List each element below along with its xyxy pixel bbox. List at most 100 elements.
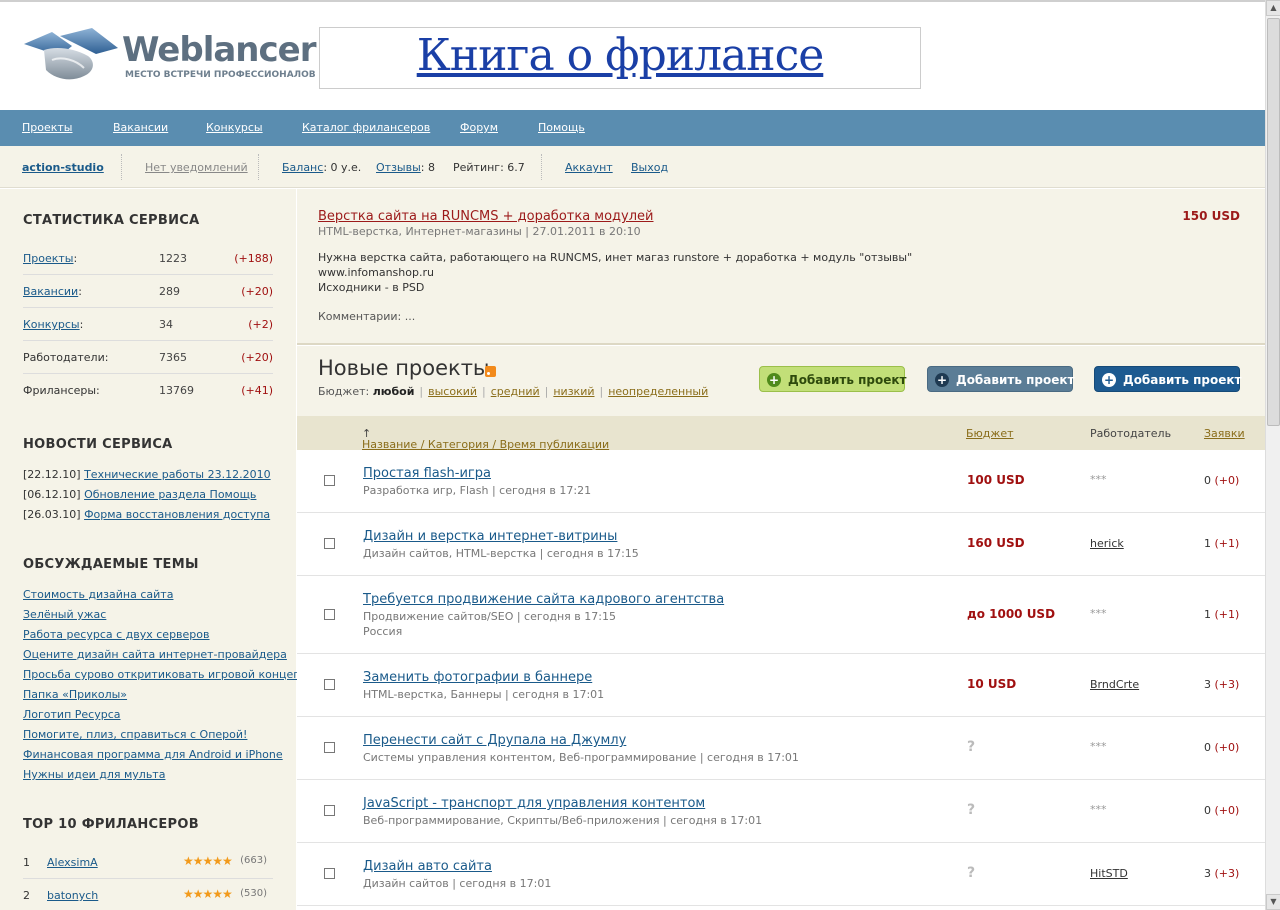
bids-count: 1 <box>1204 608 1211 621</box>
rss-icon[interactable] <box>485 366 496 377</box>
stat-delta: (+20) <box>241 285 273 298</box>
topic-link[interactable]: Зелёный ужас <box>23 608 106 621</box>
top-freelancer-row: 1 AlexsimA ★★★★★ (663) <box>23 846 273 879</box>
select-checkbox[interactable] <box>324 475 335 486</box>
reviews-link[interactable]: Отзывы <box>376 161 421 174</box>
project-title-link[interactable]: Простая flash-игра <box>363 466 491 481</box>
news-item: [06.12.10] Обновление раздела Помощь <box>23 488 256 501</box>
balance: Баланс: 0 у.е. <box>282 161 361 174</box>
topic-link[interactable]: Просьба сурово откритиковать игровой кон… <box>23 668 307 681</box>
reviews-count: (663) <box>240 855 267 866</box>
stat-link-contests[interactable]: Конкурсы <box>23 318 80 331</box>
stat-label: Конкурсы: <box>23 318 83 331</box>
balance-link[interactable]: Баланс <box>282 161 323 174</box>
freelancer-link[interactable]: batonych <box>47 889 98 902</box>
select-checkbox[interactable] <box>324 609 335 620</box>
balance-value: : 0 у.е. <box>323 161 362 174</box>
budget-option-low[interactable]: низкий <box>553 385 594 398</box>
topic-link[interactable]: Финансовая программа для Android и iPhon… <box>23 748 283 761</box>
budget-option-any[interactable]: любой <box>373 385 415 398</box>
project-row: Перенести сайт с Друпала на Джумлу Систе… <box>297 717 1265 780</box>
project-title-link[interactable]: Заменить фотографии в баннере <box>363 670 592 685</box>
reviews-value: : 8 <box>420 161 435 174</box>
topic-link[interactable]: Оцените дизайн сайта интернет-провайдера <box>23 648 287 661</box>
sort-by-budget[interactable]: Бюджет <box>966 427 1014 440</box>
scroll-up-arrow-icon[interactable]: ▲ <box>1266 0 1280 16</box>
project-title-link[interactable]: Дизайн и верстка интернет-витрины <box>363 529 617 544</box>
add-project-button-gray[interactable]: + Добавить проект <box>927 366 1075 392</box>
select-checkbox[interactable] <box>324 868 335 879</box>
column-name: Название / Категория / Время публикации … <box>362 427 609 451</box>
news-link[interactable]: Технические работы 23.12.2010 <box>84 468 271 481</box>
employer-link[interactable]: BrndCrte <box>1090 678 1139 691</box>
stats-heading: СТАТИСТИКА СЕРВИСА <box>23 213 200 228</box>
banner-ad[interactable]: Книга о фрилансе <box>319 27 921 89</box>
budget-option-high[interactable]: высокий <box>428 385 477 398</box>
topic-link[interactable]: Папка «Приколы» <box>23 688 127 701</box>
employer-hidden: *** <box>1090 473 1107 486</box>
notifications-link[interactable]: Нет уведомлений <box>145 161 248 174</box>
button-label: Добавить проект <box>956 373 1075 387</box>
bids-delta: (+0) <box>1214 474 1240 487</box>
nav-help[interactable]: Помощь <box>538 121 585 134</box>
button-label: Добавить проект <box>1123 373 1242 387</box>
stat-value: 34 <box>159 318 173 331</box>
budget-option-medium[interactable]: средний <box>491 385 540 398</box>
employer-hidden: *** <box>1090 740 1107 753</box>
topic-link[interactable]: Помогите, плиз, справиться с Оперой! <box>23 728 247 741</box>
project-row: Дизайн и верстка интернет-витрины Дизайн… <box>297 513 1265 576</box>
scrollbar-thumb[interactable] <box>1267 18 1280 426</box>
project-row: Требуется продвижение сайта кадрового аг… <box>297 576 1265 654</box>
account-link[interactable]: Аккаунт <box>565 161 613 174</box>
handshake-icon <box>24 28 118 80</box>
nav-projects[interactable]: Проекты <box>22 121 73 134</box>
select-checkbox[interactable] <box>324 805 335 816</box>
project-title-link[interactable]: JavaScript - транспорт для управления ко… <box>363 796 705 811</box>
topic-link[interactable]: Логотип Ресурса <box>23 708 121 721</box>
add-project-button-green[interactable]: + Добавить проект <box>759 366 907 392</box>
topic-link[interactable]: Стоимость дизайна сайта <box>23 588 173 601</box>
stat-row-vacancies: Вакансии: 289 (+20) <box>23 275 273 308</box>
employer-link[interactable]: herick <box>1090 537 1124 550</box>
username-link[interactable]: action-studio <box>22 161 104 174</box>
stat-label: Фрилансеры: <box>23 384 100 397</box>
project-bids: 0 (+0) <box>1204 474 1239 487</box>
vertical-scrollbar[interactable]: ▲ ▼ <box>1265 0 1280 910</box>
column-employer: Работодатель <box>1090 427 1172 440</box>
employer-link[interactable]: HitSTD <box>1090 867 1128 880</box>
project-title-link[interactable]: Требуется продвижение сайта кадрового аг… <box>363 592 724 607</box>
separator: | <box>419 385 424 398</box>
news-link[interactable]: Обновление раздела Помощь <box>84 488 256 501</box>
sort-by-bids[interactable]: Заявки <box>1204 427 1245 440</box>
featured-project-title[interactable]: Верстка сайта на RUNCMS + доработка моду… <box>318 209 654 224</box>
project-title-link[interactable]: Дизайн авто сайта <box>363 859 492 874</box>
stat-link-projects[interactable]: Проекты <box>23 252 74 265</box>
news-link[interactable]: Форма восстановления доступа <box>84 508 270 521</box>
project-row: JavaScript - транспорт для управления ко… <box>297 780 1265 843</box>
plus-icon: + <box>767 373 781 387</box>
project-title-link[interactable]: Перенести сайт с Друпала на Джумлу <box>363 733 626 748</box>
freelancer-link[interactable]: AlexsimA <box>47 856 98 869</box>
news-item: [22.12.10] Технические работы 23.12.2010 <box>23 468 271 481</box>
logout-link[interactable]: Выход <box>631 161 668 174</box>
nav-contests[interactable]: Конкурсы <box>206 121 263 134</box>
select-checkbox[interactable] <box>324 538 335 549</box>
featured-project-price: 150 USD <box>1182 209 1240 223</box>
rating-stars-icon: ★★★★★ <box>183 887 233 901</box>
add-project-button-blue[interactable]: + Добавить проект <box>1094 366 1242 392</box>
project-price: 10 USD <box>967 677 1017 691</box>
select-checkbox[interactable] <box>324 679 335 690</box>
divider <box>258 154 259 180</box>
nav-vacancies[interactable]: Вакансии <box>113 121 168 134</box>
topic-link[interactable]: Нужны идеи для мульта <box>23 768 165 781</box>
scroll-down-arrow-icon[interactable]: ▼ <box>1266 894 1280 910</box>
stat-link-vacancies[interactable]: Вакансии <box>23 285 78 298</box>
weblancer-logo[interactable]: Weblancer МЕСТО ВСТРЕЧИ ПРОФЕССИОНАЛОВ <box>22 26 316 88</box>
nav-forum[interactable]: Форум <box>460 121 498 134</box>
select-checkbox[interactable] <box>324 742 335 753</box>
topic-link[interactable]: Работа ресурса с двух серверов <box>23 628 210 641</box>
stat-delta: (+188) <box>234 252 273 265</box>
budget-option-undefined[interactable]: неопределенный <box>608 385 708 398</box>
banner-link[interactable]: Книга о фрилансе <box>417 28 825 84</box>
nav-freelancer-catalog[interactable]: Каталог фрилансеров <box>302 121 430 134</box>
